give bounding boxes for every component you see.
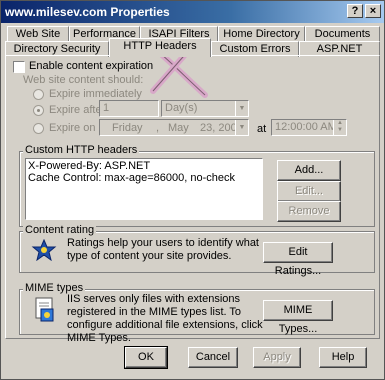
tab-documents[interactable]: Documents: [305, 26, 380, 42]
tab-http-headers[interactable]: HTTP Headers: [109, 38, 211, 57]
date-comma-1: ,: [156, 122, 160, 134]
properties-dialog: www.milesev.com Properties ? × Web Site …: [0, 0, 385, 380]
time-value: 12:00:00 AM: [275, 121, 337, 133]
enable-expiration-label: Enable content expiration: [29, 60, 154, 72]
custom-headers-list[interactable]: X-Powered-By: ASP.NET Cache Control: max…: [25, 158, 263, 220]
edit-header-button[interactable]: Edit...: [277, 181, 341, 202]
expire-after-unit-value: Day(s): [165, 102, 198, 114]
date-month: May: [168, 122, 189, 134]
edit-ratings-button[interactable]: Edit Ratings...: [263, 242, 333, 277]
close-title-button[interactable]: ×: [365, 4, 381, 18]
expire-immediately-radio[interactable]: [33, 89, 44, 100]
expire-after-radio[interactable]: [33, 105, 44, 116]
add-header-button[interactable]: Add...: [277, 160, 341, 181]
expire-time-field[interactable]: 12:00:00 AM ▲ ▼: [271, 119, 347, 136]
ok-button[interactable]: OK: [124, 346, 168, 369]
spin-arrows-icon[interactable]: ▲ ▼: [333, 120, 346, 135]
content-rating-text: Ratings help your users to identify what…: [67, 237, 259, 262]
remove-header-button[interactable]: Remove: [277, 201, 341, 222]
list-item[interactable]: Cache Control: max-age=86000, no-check: [28, 172, 260, 184]
expire-on-label: Expire on: [49, 122, 96, 134]
expiration-sub-label: Web site content should:: [23, 74, 144, 86]
cancel-button[interactable]: Cancel: [188, 347, 238, 368]
apply-button[interactable]: Apply: [253, 347, 301, 368]
list-item[interactable]: X-Powered-By: ASP.NET: [28, 160, 260, 172]
date-day: Friday: [112, 122, 143, 134]
title-bar: www.milesev.com Properties ? ×: [1, 1, 384, 23]
window-title: www.milesev.com Properties: [5, 5, 170, 19]
chevron-down-icon: ▼: [235, 101, 248, 116]
at-label: at: [257, 123, 267, 135]
help-button[interactable]: Help: [319, 347, 367, 368]
help-title-button[interactable]: ?: [347, 4, 363, 18]
expire-on-date-picker[interactable]: Friday , May 23, 2008 ▼: [99, 119, 249, 136]
expire-after-label: Expire after: [49, 104, 106, 116]
expire-after-value-field[interactable]: 1: [99, 100, 159, 117]
custom-headers-label: Custom HTTP headers: [23, 144, 140, 156]
expire-on-radio[interactable]: [33, 123, 44, 134]
content-rating-label: Content rating: [23, 224, 97, 236]
expire-after-unit-select[interactable]: Day(s) ▼: [161, 100, 249, 117]
mime-types-button[interactable]: MIME Types...: [263, 300, 333, 335]
ratings-icon: [31, 239, 57, 261]
mime-document-icon: [35, 297, 54, 322]
enable-expiration-checkbox[interactable]: [13, 61, 25, 73]
tab-web-site[interactable]: Web Site: [7, 26, 69, 42]
chevron-down-icon: ▼: [235, 120, 248, 135]
mime-types-text: IIS serves only files with extensions re…: [67, 293, 263, 344]
tab-home-directory[interactable]: Home Directory: [218, 26, 305, 42]
